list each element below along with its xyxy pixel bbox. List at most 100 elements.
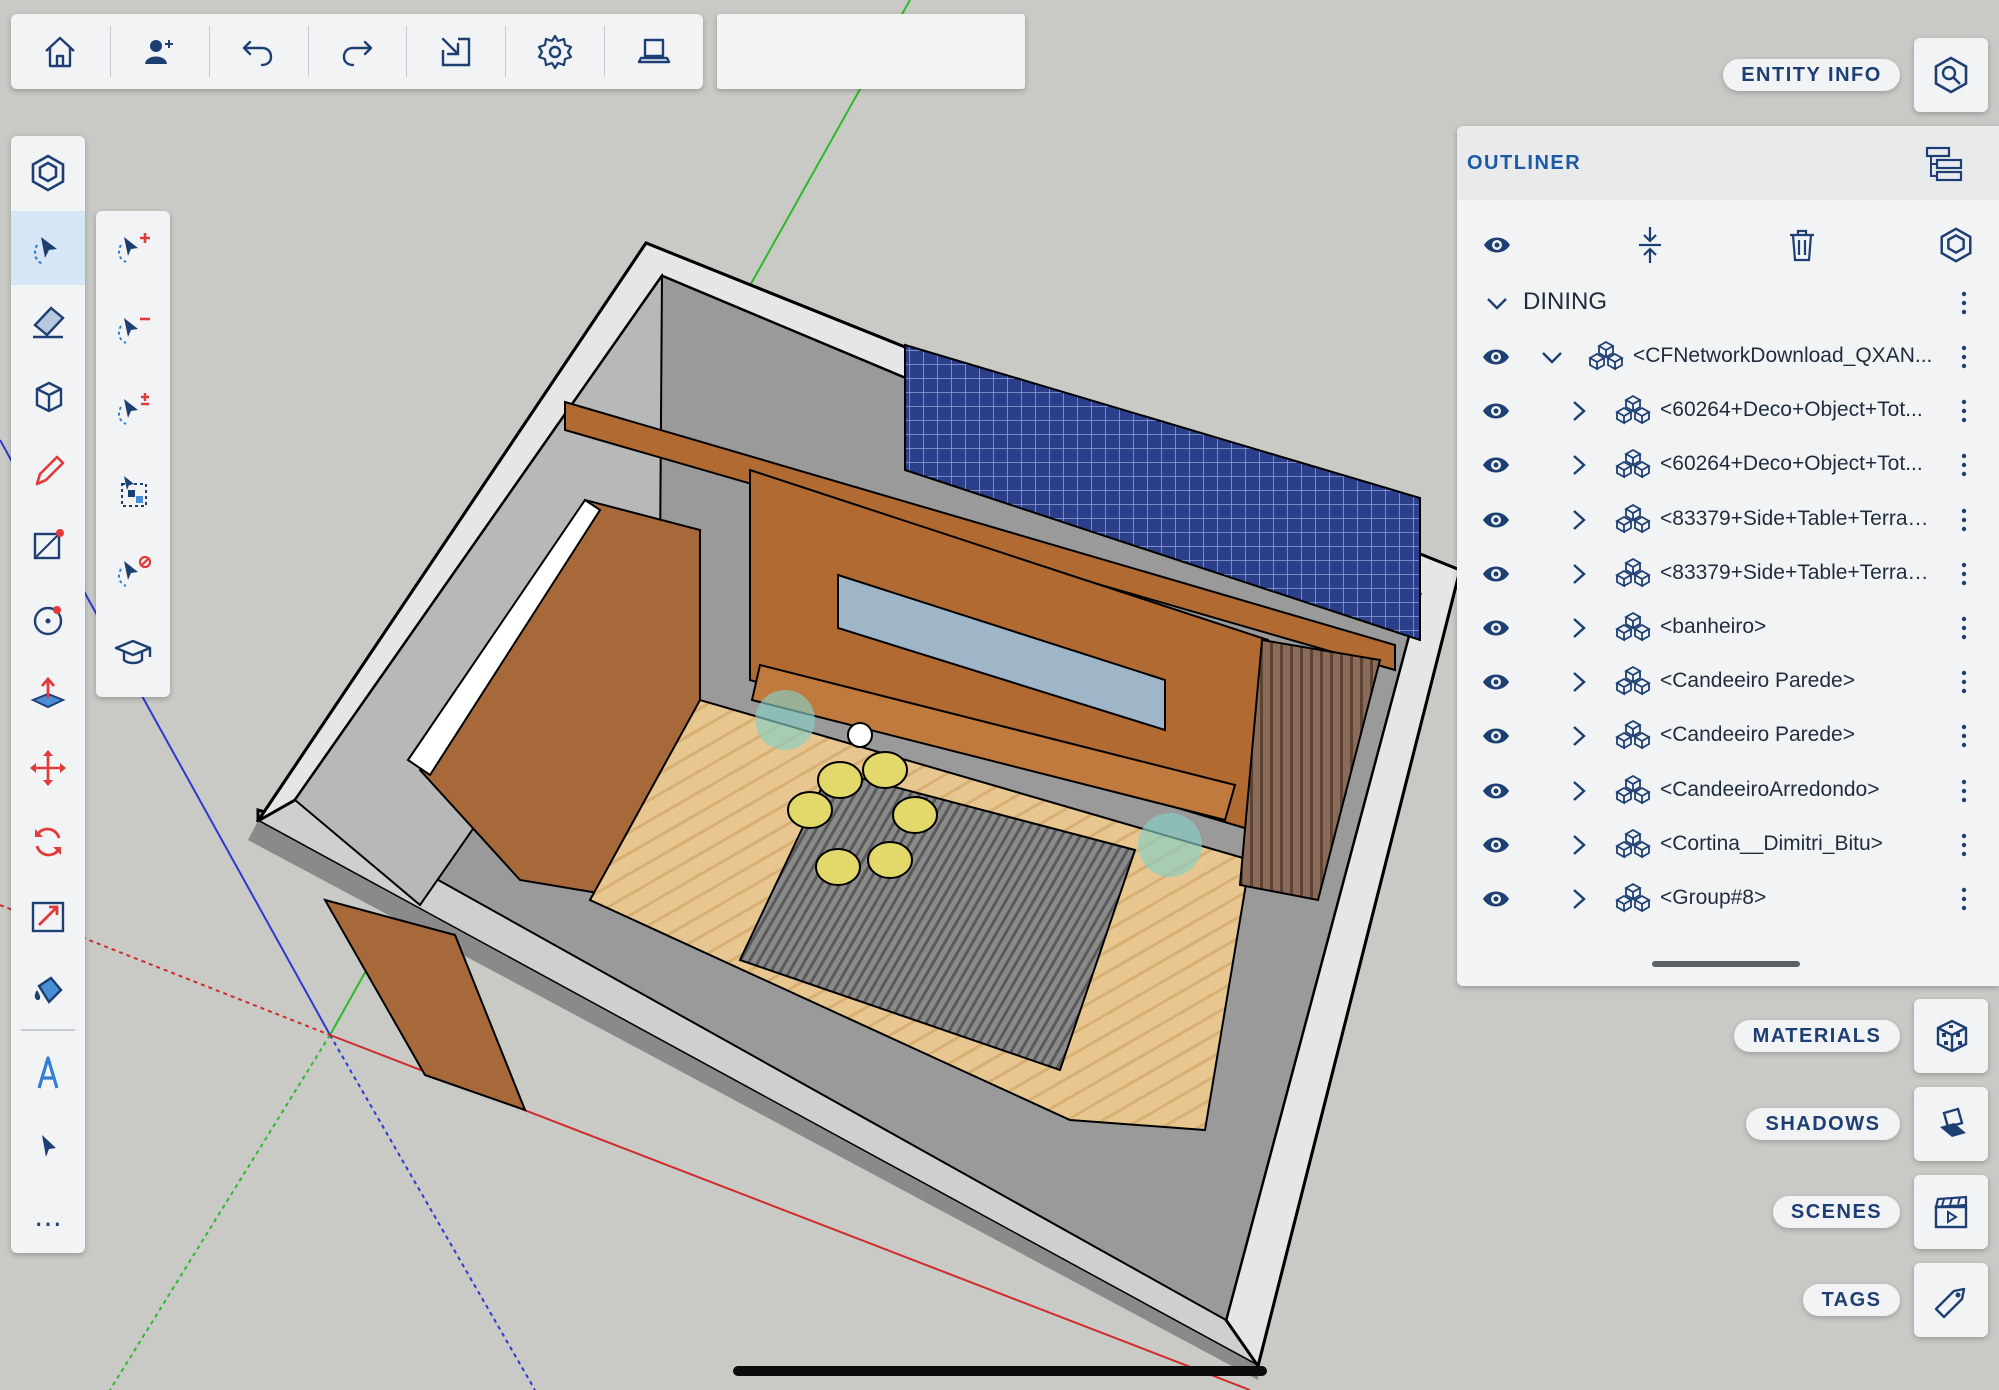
select-subtract-button[interactable] — [96, 292, 170, 366]
eye-icon[interactable] — [1479, 557, 1513, 591]
chevron-right-icon[interactable] — [1564, 776, 1594, 806]
more-options-icon[interactable] — [1949, 774, 1979, 808]
eraser-tool[interactable] — [11, 285, 85, 359]
outliner-icon — [1925, 146, 1963, 182]
more-options-icon[interactable] — [1949, 503, 1979, 537]
eye-icon[interactable] — [1479, 503, 1513, 537]
outliner-row[interactable]: <CandeeiroArredondo> — [1457, 764, 1999, 818]
chevron-down-icon[interactable] — [1537, 342, 1567, 372]
more-options-icon[interactable] — [1949, 286, 1979, 320]
add-user-icon — [145, 39, 174, 64]
rotate-tool[interactable] — [11, 805, 85, 879]
chevron-right-icon[interactable] — [1564, 450, 1594, 480]
shadows-button[interactable] — [1914, 1087, 1988, 1161]
materials-label: MATERIALS — [1752, 1024, 1882, 1047]
scenes-tab[interactable]: SCENES — [1773, 1196, 1900, 1228]
add-user-button[interactable] — [109, 14, 209, 89]
redo-button[interactable] — [307, 14, 407, 89]
outliner-make-component-button[interactable] — [1931, 220, 1981, 270]
paint-bucket-tool[interactable] — [11, 954, 85, 1028]
outliner-row[interactable]: <83379+Side+Table+Terraz... — [1457, 547, 1999, 601]
move-tool[interactable] — [11, 731, 85, 805]
eye-icon[interactable] — [1479, 611, 1513, 645]
eye-icon[interactable] — [1479, 448, 1513, 482]
outliner-item-label: <Cortina__Dimitri_Bitu> — [1660, 831, 1883, 855]
export-button[interactable] — [406, 14, 505, 89]
component-tool[interactable] — [11, 136, 85, 210]
scale-tool[interactable] — [11, 879, 85, 953]
eye-icon[interactable] — [1479, 340, 1513, 374]
scenes-button[interactable] — [1914, 1175, 1988, 1249]
chevron-right-icon[interactable] — [1564, 613, 1594, 643]
select-toggle-button[interactable] — [96, 373, 170, 447]
outliner-row[interactable]: <Candeeiro Parede> — [1457, 655, 1999, 709]
home-button[interactable] — [11, 14, 110, 89]
chevron-right-icon[interactable] — [1564, 396, 1594, 426]
outliner-row[interactable]: <Group#8> — [1457, 872, 1999, 926]
outliner-row[interactable]: <60264+Deco+Object+Tot... — [1457, 384, 1999, 438]
more-options-icon[interactable] — [1949, 448, 1979, 482]
circle-tool[interactable] — [11, 582, 85, 656]
chevron-down-icon[interactable] — [1482, 288, 1512, 318]
outliner-row[interactable]: <Candeeiro Parede> — [1457, 709, 1999, 763]
measurement-input[interactable] — [717, 14, 1025, 89]
entity-info-button[interactable] — [1914, 38, 1988, 112]
eye-icon[interactable] — [1479, 665, 1513, 699]
chevron-right-icon[interactable] — [1564, 559, 1594, 589]
chevron-right-icon[interactable] — [1564, 667, 1594, 697]
more-options-icon[interactable] — [1949, 394, 1979, 428]
graduation-cap-icon — [114, 639, 152, 665]
more-options-icon[interactable] — [1949, 557, 1979, 591]
outliner-visibility-button[interactable] — [1472, 220, 1522, 270]
more-options-icon[interactable] — [1949, 828, 1979, 862]
eye-icon[interactable] — [1479, 774, 1513, 808]
select-tool[interactable] — [11, 211, 85, 285]
select-add-button[interactable] — [96, 211, 170, 285]
outliner-delete-button[interactable] — [1777, 220, 1827, 270]
outliner-collapse-button[interactable] — [1625, 220, 1675, 270]
text-tool[interactable] — [11, 1036, 85, 1110]
outliner-row[interactable]: <Cortina__Dimitri_Bitu> — [1457, 818, 1999, 872]
display-button[interactable] — [604, 14, 703, 89]
box-tool[interactable] — [11, 359, 85, 433]
more-tools-button[interactable]: … — [11, 1179, 85, 1253]
more-options-icon[interactable] — [1949, 719, 1979, 753]
arrow-pointer-tool[interactable] — [11, 1111, 85, 1185]
top-toolbar — [11, 14, 703, 89]
more-options-icon[interactable] — [1949, 611, 1979, 645]
outliner-row[interactable]: <60264+Deco+Object+Tot... — [1457, 438, 1999, 492]
settings-button[interactable] — [505, 14, 604, 89]
undo-button[interactable] — [208, 14, 308, 89]
outliner-row[interactable]: <83379+Side+Table+Terraz... — [1457, 493, 1999, 547]
entity-info-tab[interactable]: ENTITY INFO — [1723, 59, 1900, 91]
select-add-icon — [117, 233, 150, 263]
more-options-icon[interactable] — [1949, 665, 1979, 699]
chevron-right-icon[interactable] — [1564, 721, 1594, 751]
learn-button[interactable] — [96, 616, 170, 690]
rectangle-tool[interactable] — [11, 508, 85, 582]
outliner-row[interactable]: <CFNetworkDownload_QXAN... — [1457, 330, 1999, 384]
tags-button[interactable] — [1914, 1263, 1988, 1337]
chevron-right-icon[interactable] — [1564, 830, 1594, 860]
outliner-toggle-button[interactable] — [1919, 139, 1969, 189]
outliner-item-label: <CandeeiroArredondo> — [1660, 777, 1880, 801]
push-pull-tool[interactable] — [11, 656, 85, 730]
eye-icon[interactable] — [1479, 882, 1513, 916]
chevron-right-icon[interactable] — [1564, 505, 1594, 535]
more-options-icon[interactable] — [1949, 882, 1979, 916]
outliner-root-row[interactable]: DINING — [1457, 276, 1999, 330]
chevron-right-icon[interactable] — [1564, 884, 1594, 914]
eye-icon[interactable] — [1479, 828, 1513, 862]
pencil-tool[interactable] — [11, 434, 85, 508]
more-options-icon[interactable] — [1949, 340, 1979, 374]
select-all-button[interactable] — [96, 454, 170, 528]
eye-icon[interactable] — [1479, 719, 1513, 753]
eye-icon[interactable] — [1479, 394, 1513, 428]
outliner-row[interactable]: <banheiro> — [1457, 601, 1999, 655]
materials-tab[interactable]: MATERIALS — [1734, 1020, 1900, 1052]
shadows-tab[interactable]: SHADOWS — [1746, 1108, 1900, 1140]
select-none-button[interactable] — [96, 535, 170, 609]
tags-tab[interactable]: TAGS — [1803, 1284, 1900, 1316]
outliner-scrollbar[interactable] — [1652, 961, 1800, 967]
materials-button[interactable] — [1914, 999, 1988, 1073]
